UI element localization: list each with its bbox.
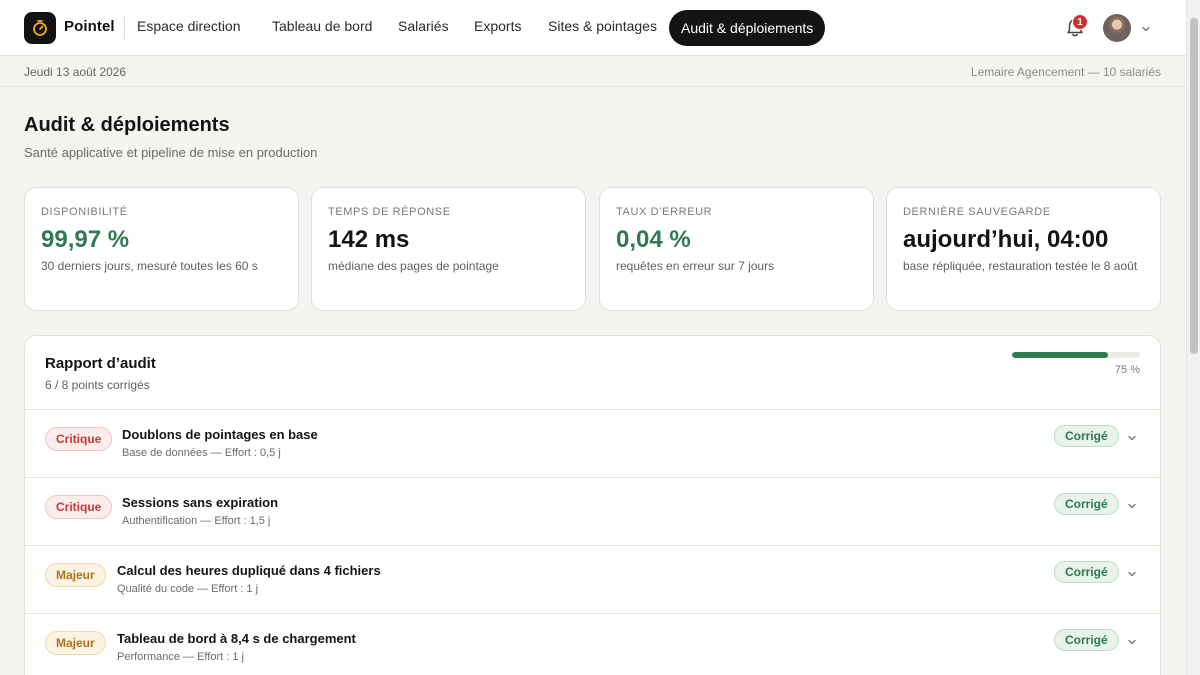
severity-badge: Majeur <box>45 563 106 587</box>
metric-card-availability: Disponibilité 99,97 % 30 derniers jours,… <box>24 187 299 311</box>
scrollbar-thumb[interactable] <box>1190 18 1198 354</box>
metric-description: 30 derniers jours, mesuré toutes les 60 … <box>41 259 258 273</box>
stopwatch-icon[interactable] <box>24 12 56 44</box>
audit-report-header: Rapport d’audit 6 / 8 points corrigés 75… <box>25 336 1160 410</box>
chevron-down-icon[interactable] <box>1126 635 1138 647</box>
chevron-down-icon[interactable] <box>1140 22 1152 34</box>
status-badge: Corrigé <box>1054 493 1119 515</box>
audit-item-row[interactable]: Critique Doublons de pointages en base B… <box>25 410 1160 478</box>
audit-item-meta: Performance — Effort : 1 j <box>117 651 244 663</box>
audit-progress-label: 75 % <box>1114 364 1140 376</box>
audit-item-title: Sessions sans expiration <box>122 495 279 510</box>
context-bar: Jeudi 13 août 2026 Lemaire Agencement — … <box>0 57 1186 87</box>
metric-card-response-time: Temps de réponse 142 ms médiane des page… <box>311 187 586 311</box>
audit-item-meta: Authentification — Effort : 1,5 j <box>122 515 271 527</box>
metric-value: 0,04 % <box>616 226 691 253</box>
metric-label: Temps de réponse <box>328 206 451 218</box>
metric-label: Taux d’erreur <box>616 206 713 218</box>
metric-value: 99,97 % <box>41 226 130 253</box>
avatar[interactable] <box>1103 14 1131 42</box>
nav-salaries[interactable]: Salariés <box>398 18 449 34</box>
audit-report-summary: 6 / 8 points corrigés <box>45 378 150 392</box>
status-badge: Corrigé <box>1054 561 1119 583</box>
nav-sites-pointages[interactable]: Sites & pointages <box>548 18 657 34</box>
page-scrollbar[interactable] <box>1186 0 1200 675</box>
company-info: Lemaire Agencement — 10 salariés <box>970 65 1161 79</box>
page-subtitle: Santé applicative et pipeline de mise en… <box>24 145 318 160</box>
nav-tableau-de-bord[interactable]: Tableau de bord <box>272 18 372 34</box>
nav-exports[interactable]: Exports <box>474 18 521 34</box>
chevron-down-icon[interactable] <box>1126 431 1138 443</box>
audit-item-title: Calcul des heures dupliqué dans 4 fichie… <box>117 563 381 578</box>
nav-audit-deploiements[interactable]: Audit & déploiements <box>669 10 826 46</box>
metric-card-error-rate: Taux d’erreur 0,04 % requêtes en erreur … <box>599 187 874 311</box>
brand-divider <box>124 17 125 39</box>
audit-item-meta: Base de données — Effort : 0,5 j <box>122 447 281 459</box>
audit-progress-bar <box>1012 352 1140 358</box>
metric-label: Dernière sauvegarde <box>903 206 1051 218</box>
nav-espace-direction[interactable]: Espace direction <box>137 18 241 34</box>
audit-progress-fill <box>1012 352 1108 358</box>
metric-card-last-backup: Dernière sauvegarde aujourd’hui, 04:00 b… <box>886 187 1161 311</box>
metric-label: Disponibilité <box>41 206 128 218</box>
page-title: Audit & déploiements <box>24 114 230 136</box>
chevron-down-icon[interactable] <box>1126 567 1138 579</box>
brand-name[interactable]: Pointel <box>64 18 115 35</box>
notification-badge: 1 <box>1072 14 1088 30</box>
metric-description: requêtes en erreur sur 7 jours <box>616 259 775 273</box>
severity-badge: Majeur <box>45 631 106 655</box>
status-badge: Corrigé <box>1054 425 1119 447</box>
audit-item-row[interactable]: Majeur Calcul des heures dupliqué dans 4… <box>25 546 1160 614</box>
severity-badge: Critique <box>45 495 113 519</box>
chevron-down-icon[interactable] <box>1126 499 1138 511</box>
audit-item-title: Doublons de pointages en base <box>122 427 318 442</box>
current-date: Jeudi 13 août 2026 <box>24 65 127 79</box>
severity-badge: Critique <box>45 427 113 451</box>
audit-item-row[interactable]: Majeur Tableau de bord à 8,4 s de charge… <box>25 614 1160 675</box>
metric-value: 142 ms <box>328 226 410 253</box>
metric-description: médiane des pages de pointage <box>328 259 499 273</box>
audit-item-meta: Qualité du code — Effort : 1 j <box>117 583 259 595</box>
metric-description: base répliquée, restauration testée le 8… <box>903 259 1138 273</box>
audit-report-title: Rapport d’audit <box>45 355 156 372</box>
top-navigation-bar: Pointel Espace direction Tableau de bord… <box>0 0 1186 56</box>
audit-item-row[interactable]: Critique Sessions sans expiration Authen… <box>25 478 1160 546</box>
metric-value: aujourd’hui, 04:00 <box>903 226 1109 253</box>
audit-item-title: Tableau de bord à 8,4 s de chargement <box>117 631 356 646</box>
audit-report-panel: Rapport d’audit 6 / 8 points corrigés 75… <box>24 335 1161 675</box>
status-badge: Corrigé <box>1054 629 1119 651</box>
